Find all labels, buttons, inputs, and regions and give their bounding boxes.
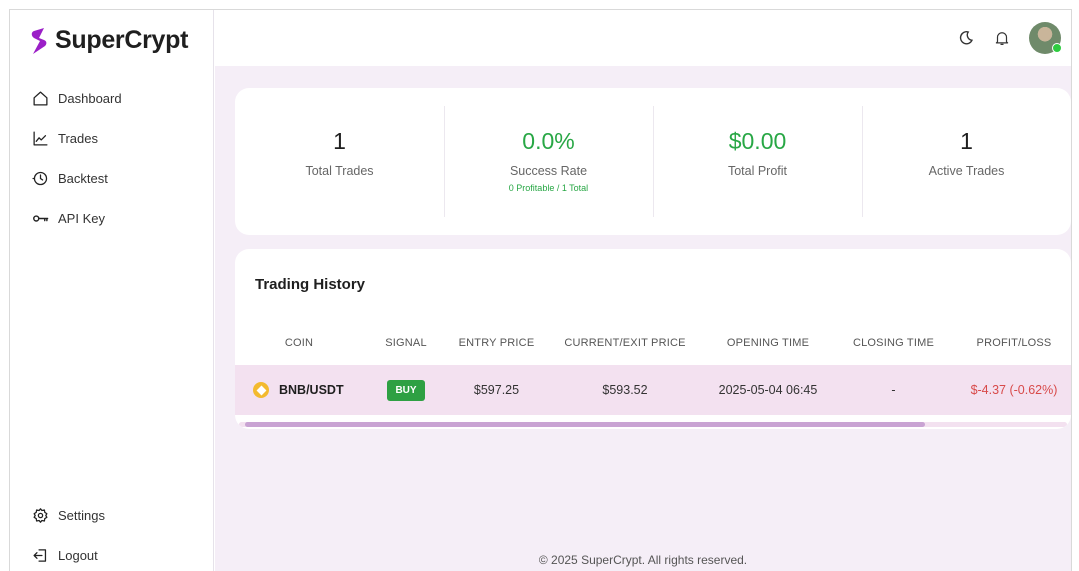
stat-total-profit: $0.00 Total Profit [653, 106, 862, 217]
stat-success-rate: 0.0% Success Rate 0 Profitable / 1 Total [444, 106, 653, 217]
home-icon [33, 90, 48, 106]
sidebar-item-label: Backtest [58, 170, 108, 186]
gear-icon [33, 507, 48, 523]
section-title: Trading History [255, 276, 366, 293]
avatar[interactable] [1029, 22, 1062, 54]
stat-value: $0.00 [728, 128, 787, 154]
bnb-coin-icon [253, 382, 269, 398]
cell-signal: BUY [363, 365, 449, 415]
sidebar-item-dashboard[interactable]: Dashboard [32, 78, 122, 118]
stat-sub-label: 0 Profitable / 1 Total [508, 183, 589, 193]
sidebar-item-api-key[interactable]: API Key [32, 198, 122, 238]
key-icon [33, 214, 49, 222]
brand-name: SuperCrypt [55, 26, 189, 54]
logout-icon [33, 548, 47, 562]
column-header-current-price[interactable]: CURRENT/EXIT PRICE [544, 321, 706, 365]
top-bar-actions [957, 22, 1062, 54]
stat-label: Total Profit [727, 164, 788, 178]
sidebar-item-label: Dashboard [58, 90, 122, 106]
stat-value: 0.0% [522, 128, 575, 154]
footer-copyright: © 2025 SuperCrypt. All rights reserved. [538, 553, 748, 567]
sidebar-item-backtest[interactable]: Backtest [32, 158, 122, 198]
column-header-opening-time[interactable]: OPENING TIME [706, 321, 830, 365]
sidebar-item-label: Trades [58, 130, 98, 146]
stat-total-trades: 1 Total Trades [235, 106, 444, 217]
chart-line-icon [33, 130, 48, 146]
sidebar-item-settings[interactable]: Settings [32, 495, 105, 535]
cell-entry-price: $597.25 [449, 365, 544, 415]
stat-value: 1 [960, 128, 973, 154]
table-row[interactable]: BNB/USDT BUY $597.25 $593.52 2025-05-04 … [235, 365, 1071, 415]
cell-profit-loss: $-4.37 (-0.62%) [957, 365, 1071, 415]
signal-badge: BUY [387, 379, 425, 401]
brand-logo[interactable]: SuperCrypt [30, 26, 188, 55]
sidebar-item-label: Settings [58, 507, 105, 523]
cell-opening-time: 2025-05-04 06:45 [706, 365, 830, 415]
trading-history-table: COIN SIGNAL ENTRY PRICE CURRENT/EXIT PRI… [235, 321, 1071, 415]
column-header-entry-price[interactable]: ENTRY PRICE [449, 321, 544, 365]
sidebar-bottom-nav: Settings Logout [32, 495, 105, 571]
sidebar-nav: Dashboard Trades Backtest API Key [32, 78, 122, 238]
app-window: SuperCrypt Dashboard Trades Backtest API… [9, 9, 1072, 571]
cell-closing-time: - [830, 365, 957, 415]
history-icon [32, 171, 48, 185]
sidebar-item-logout[interactable]: Logout [32, 535, 105, 571]
stat-active-trades: 1 Active Trades [862, 106, 1071, 217]
bell-icon[interactable] [993, 29, 1011, 47]
stats-card: 1 Total Trades 0.0% Success Rate 0 Profi… [235, 88, 1071, 235]
column-header-closing-time[interactable]: CLOSING TIME [830, 321, 957, 365]
scrollbar-thumb[interactable] [245, 422, 925, 427]
cell-current-price: $593.52 [544, 365, 706, 415]
logo-icon [31, 27, 47, 54]
trading-history-card: Trading History COIN SIGNAL ENTRY PRICE … [235, 249, 1071, 429]
stat-label: Total Trades [305, 164, 374, 178]
stat-value: 1 [333, 128, 346, 154]
column-header-signal[interactable]: SIGNAL [363, 321, 449, 365]
sidebar: SuperCrypt Dashboard Trades Backtest API… [10, 10, 214, 571]
coin-pair: BNB/USDT [279, 383, 344, 397]
stat-label: Success Rate [509, 164, 588, 178]
column-header-profit-loss[interactable]: PROFIT/LOSS [957, 321, 1071, 365]
moon-icon[interactable] [957, 29, 975, 47]
cell-coin: BNB/USDT [235, 365, 363, 415]
sidebar-item-trades[interactable]: Trades [32, 118, 122, 158]
stat-label: Active Trades [928, 164, 1005, 178]
sidebar-item-label: Logout [58, 547, 98, 563]
table-header-row: COIN SIGNAL ENTRY PRICE CURRENT/EXIT PRI… [235, 321, 1071, 365]
top-bar [215, 10, 1071, 66]
column-header-coin[interactable]: COIN [235, 321, 363, 365]
horizontal-scrollbar[interactable] [239, 422, 1067, 427]
sidebar-item-label: API Key [58, 210, 105, 226]
main-content: 1 Total Trades 0.0% Success Rate 0 Profi… [215, 66, 1071, 571]
